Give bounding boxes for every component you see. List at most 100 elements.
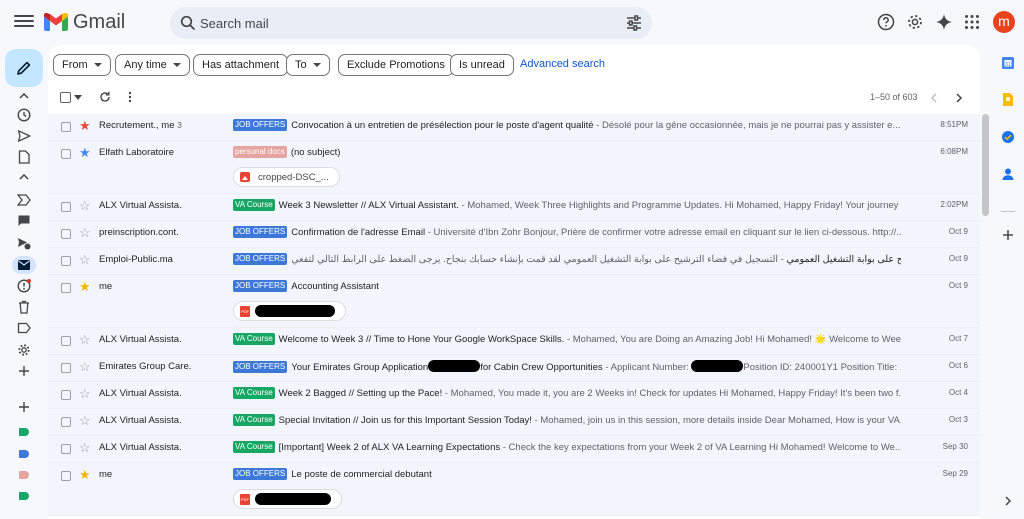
star-outline-icon[interactable]: ☆ — [79, 387, 91, 400]
label-badge[interactable]: JOB OFFERS — [233, 119, 288, 131]
filter-has-attachment-chip[interactable]: Has attachment — [193, 54, 289, 76]
select-all-checkbox[interactable] — [60, 92, 82, 103]
settings-gear-icon[interactable] — [905, 12, 925, 32]
filter-is-unread-chip[interactable]: Is unread — [450, 54, 514, 76]
star-outline-icon[interactable]: ☆ — [79, 414, 91, 427]
red-star-icon[interactable]: ★ — [79, 119, 91, 132]
contacts-icon[interactable] — [1000, 166, 1016, 182]
side-panel-toggle-chevron-icon[interactable] — [1000, 493, 1016, 509]
star-outline-icon[interactable]: ☆ — [79, 360, 91, 373]
filter-from-chip[interactable]: From — [53, 54, 111, 76]
row-checkbox[interactable] — [61, 256, 71, 266]
row-checkbox[interactable] — [61, 202, 71, 212]
row-checkbox[interactable] — [61, 390, 71, 400]
label-green-icon[interactable] — [19, 492, 29, 500]
email-row[interactable]: ☆ preinscription.cont. JOB OFFERS Confirm… — [48, 221, 980, 248]
label-badge[interactable]: VA Course — [233, 441, 275, 453]
spam-icon[interactable] — [16, 278, 32, 294]
search-icon[interactable] — [180, 15, 196, 31]
row-checkbox[interactable] — [61, 149, 71, 159]
email-row[interactable]: ☆ ALX Virtual Assista. VA Course Week 2 B… — [48, 382, 980, 409]
get-addons-plus-icon[interactable] — [1000, 227, 1016, 243]
star-outline-icon[interactable]: ☆ — [79, 333, 91, 346]
label-badge[interactable]: JOB OFFERS — [233, 226, 288, 238]
email-row[interactable]: ★ Recrutement., me 3 JOB OFFERS Convocati… — [48, 114, 980, 141]
trash-icon[interactable] — [16, 299, 32, 315]
tasks-icon[interactable] — [1000, 129, 1016, 145]
manage-labels-gear-icon[interactable] — [16, 342, 32, 358]
gemini-sparkle-icon[interactable] — [934, 12, 954, 32]
attachment-chip[interactable]: PDF — [233, 489, 342, 509]
keep-icon[interactable] — [1000, 91, 1016, 107]
email-row[interactable]: ☆ ALX Virtual Assista. VA Course [Importa… — [48, 436, 980, 463]
star-outline-icon[interactable]: ☆ — [79, 226, 91, 239]
attachment-chip[interactable]: cropped-DSC_... — [233, 167, 340, 187]
email-row[interactable]: ☆ ALX Virtual Assista. VA Course Special … — [48, 409, 980, 436]
email-row[interactable]: ☆ Emirates Group Care. JOB OFFERS Your Em… — [48, 355, 980, 382]
email-row[interactable]: ☆ ALX Virtual Assista. VA Course Welcome … — [48, 328, 980, 355]
label-va-course-icon[interactable] — [19, 428, 29, 436]
create-label-plus-icon[interactable] — [16, 363, 32, 379]
email-row[interactable]: ☆ Emploi-Public.ma JOB OFFERS التسجيل في … — [48, 248, 980, 275]
label-badge[interactable]: VA Course — [233, 333, 275, 345]
label-job-offers-icon[interactable] — [19, 450, 29, 458]
snoozed-clock-icon[interactable] — [16, 107, 32, 123]
search-bar[interactable] — [170, 7, 652, 39]
refresh-icon[interactable] — [99, 91, 111, 103]
main-menu-icon[interactable] — [14, 12, 34, 32]
calendar-icon[interactable]: 31 — [1000, 55, 1016, 71]
add-label-plus-icon[interactable] — [16, 399, 32, 415]
account-avatar[interactable]: m — [993, 11, 1015, 33]
email-row[interactable]: ★ me JOB OFFERS Accounting Assistant Oct … — [48, 275, 980, 328]
older-page-chevron-icon[interactable] — [956, 93, 963, 103]
email-row[interactable]: ☆ ALX Virtual Assista. VA Course Week 3 N… — [48, 194, 980, 221]
more-options-icon[interactable] — [128, 91, 132, 103]
scrollbar-thumb[interactable] — [982, 114, 989, 216]
yellow-star-icon[interactable]: ★ — [79, 280, 91, 293]
label-badge[interactable]: JOB OFFERS — [233, 253, 288, 265]
label-personal-docs-icon[interactable] — [19, 471, 29, 479]
search-options-icon[interactable] — [626, 15, 642, 31]
less-chevron-icon[interactable] — [16, 172, 32, 182]
sent-icon[interactable] — [16, 128, 32, 144]
star-outline-icon[interactable]: ☆ — [79, 441, 91, 454]
label-badge[interactable]: JOB OFFERS — [233, 280, 288, 292]
star-outline-icon[interactable]: ☆ — [79, 253, 91, 266]
yellow-star-icon[interactable]: ★ — [79, 468, 91, 481]
row-checkbox[interactable] — [61, 336, 71, 346]
row-checkbox[interactable] — [61, 444, 71, 454]
gmail-logo[interactable]: Gmail — [44, 10, 125, 34]
label-badge[interactable]: VA Course — [233, 387, 275, 399]
label-badge[interactable]: JOB OFFERS — [233, 361, 288, 373]
star-outline-icon[interactable]: ☆ — [79, 199, 91, 212]
search-input[interactable] — [200, 13, 580, 33]
collapse-chevron-icon[interactable] — [16, 92, 32, 100]
scheduled-icon[interactable] — [16, 235, 32, 251]
filter-to-chip[interactable]: To — [286, 54, 330, 76]
email-row[interactable]: ★ Elfath Laboratoire personal docs (no su… — [48, 141, 980, 194]
filter-exclude-promotions-chip[interactable]: Exclude Promotions — [338, 54, 454, 76]
help-icon[interactable] — [876, 12, 896, 32]
filter-any-time-chip[interactable]: Any time — [115, 54, 190, 76]
chats-icon[interactable] — [16, 213, 32, 229]
row-checkbox[interactable] — [61, 229, 71, 239]
row-checkbox[interactable] — [61, 283, 71, 293]
advanced-search-link[interactable]: Advanced search — [520, 58, 605, 70]
email-row[interactable]: ★ me JOB OFFERS Le poste de commercial de… — [48, 463, 980, 516]
important-icon[interactable] — [16, 192, 32, 208]
drafts-icon[interactable] — [16, 149, 32, 165]
row-checkbox[interactable] — [61, 417, 71, 427]
label-badge[interactable]: VA Course — [233, 199, 275, 211]
all-mail-icon[interactable] — [16, 257, 32, 273]
label-badge[interactable]: VA Course — [233, 414, 275, 426]
label-badge[interactable]: JOB OFFERS — [233, 468, 288, 480]
label-badge[interactable]: personal docs — [233, 146, 287, 158]
attachment-chip[interactable]: PDF — [233, 301, 346, 321]
categories-label-icon[interactable] — [16, 320, 32, 336]
row-checkbox[interactable] — [61, 363, 71, 373]
newer-page-chevron-icon[interactable] — [930, 93, 937, 103]
row-checkbox[interactable] — [61, 122, 71, 132]
apps-grid-icon[interactable] — [962, 12, 982, 32]
blue-star-icon[interactable]: ★ — [79, 146, 91, 159]
row-checkbox[interactable] — [61, 471, 71, 481]
